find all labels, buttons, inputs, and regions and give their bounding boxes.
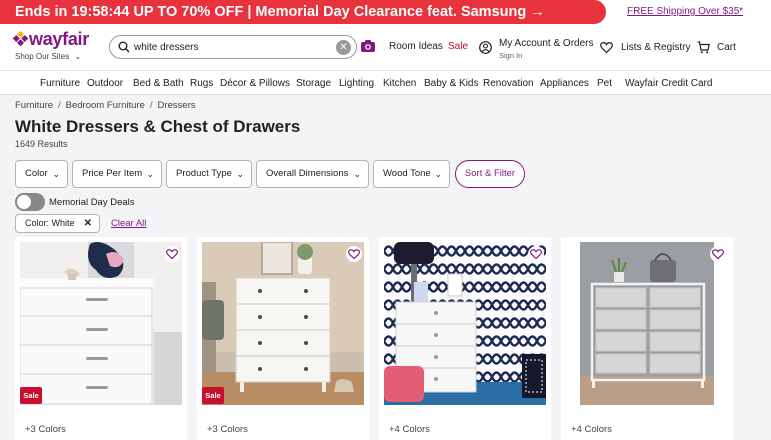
category-nav: Furniture Outdoor Bed & Bath Rugs Décor … <box>0 71 771 95</box>
nav-outdoor[interactable]: Outdoor <box>87 78 123 89</box>
toggle-label: Memorial Day Deals <box>49 197 135 208</box>
sale-badge: Sale <box>202 387 224 404</box>
nav-furniture[interactable]: Furniture <box>40 78 80 89</box>
result-count: 1649 Results <box>15 139 68 149</box>
product-image[interactable] <box>384 242 546 405</box>
logo-wordmark: wayfair <box>29 29 89 49</box>
free-shipping-link[interactable]: FREE Shipping Over $35* <box>627 6 743 17</box>
filter-label: Product Type <box>176 168 232 179</box>
wayfair-logo[interactable]: wayfair <box>12 29 89 50</box>
chip-label: Color: White <box>25 218 75 228</box>
sale-badge: Sale <box>20 387 42 404</box>
chevron-down-icon: ⌄ <box>236 169 244 179</box>
account-icon[interactable] <box>479 41 492 54</box>
breadcrumb: Furniture / Bedroom Furniture / Dressers <box>15 100 196 111</box>
camera-icon[interactable] <box>361 40 375 52</box>
nav-decor-pillows[interactable]: Décor & Pillows <box>220 78 290 89</box>
favorite-heart-icon[interactable] <box>710 246 726 262</box>
nav-appliances[interactable]: Appliances <box>540 78 589 89</box>
logo-pinwheel-icon <box>12 30 29 47</box>
product-card[interactable]: Sale +3 Colors <box>15 237 187 440</box>
color-options[interactable]: +4 Colors <box>571 424 612 435</box>
breadcrumb-separator: / <box>149 100 153 111</box>
filter-dimensions[interactable]: Overall Dimensions ⌄ <box>256 160 369 188</box>
promo-banner: Ends in 19:58:44 UP TO 70% OFF | Memoria… <box>0 0 771 24</box>
search-icon[interactable] <box>118 41 130 53</box>
chevron-down-icon: ⌄ <box>434 169 442 179</box>
nav-rugs[interactable]: Rugs <box>190 78 213 89</box>
search-input[interactable] <box>134 39 334 55</box>
site-header: wayfair Shop Our Sites ⌄ ✕ Room Ideas Sa… <box>0 24 771 70</box>
product-image[interactable] <box>202 242 364 405</box>
active-filter-chip: Color: White ✕ <box>15 214 100 233</box>
filter-label: Price Per Item <box>82 168 143 179</box>
product-image[interactable] <box>566 242 728 405</box>
breadcrumb-separator: / <box>58 100 61 111</box>
filter-price[interactable]: Price Per Item ⌄ <box>72 160 162 188</box>
heart-icon[interactable] <box>600 41 613 54</box>
product-card[interactable]: +4 Colors <box>561 237 733 440</box>
breadcrumb-dressers: Dressers <box>157 100 196 111</box>
favorite-heart-icon[interactable] <box>346 246 362 262</box>
toggle-knob <box>17 195 31 209</box>
color-options[interactable]: +3 Colors <box>25 424 66 435</box>
product-card[interactable]: +4 Colors <box>379 237 551 440</box>
nav-pet[interactable]: Pet <box>597 78 612 89</box>
sort-filter-button[interactable]: Sort & Filter <box>455 160 525 188</box>
nav-renovation[interactable]: Renovation <box>483 78 534 89</box>
search-box: ✕ <box>109 35 357 59</box>
cart-link[interactable]: Cart <box>717 42 736 53</box>
filter-color[interactable]: Color ⌄ <box>15 160 68 188</box>
color-options[interactable]: +3 Colors <box>207 424 248 435</box>
filter-label: Color <box>25 168 48 179</box>
sale-link[interactable]: Sale <box>448 41 468 52</box>
product-card[interactable]: Sale +3 Colors <box>197 237 369 440</box>
shop-sites-label: Shop Our Sites <box>15 52 70 61</box>
nav-storage[interactable]: Storage <box>296 78 331 89</box>
nav-bed-bath[interactable]: Bed & Bath <box>133 78 184 89</box>
favorite-heart-icon[interactable] <box>528 246 544 262</box>
nav-kitchen[interactable]: Kitchen <box>383 78 416 89</box>
remove-filter-icon[interactable]: ✕ <box>84 215 92 232</box>
shop-our-sites-dropdown[interactable]: Shop Our Sites ⌄ <box>15 52 81 61</box>
filter-label: Overall Dimensions <box>266 168 349 179</box>
color-options[interactable]: +4 Colors <box>389 424 430 435</box>
page-title: White Dressers & Chest of Drawers <box>15 117 301 136</box>
chevron-down-icon: ⌄ <box>353 169 361 179</box>
filter-wood-tone[interactable]: Wood Tone ⌄ <box>373 160 450 188</box>
lists-registry-link[interactable]: Lists & Registry <box>621 42 690 53</box>
nav-credit-card[interactable]: Wayfair Credit Card <box>625 78 712 89</box>
my-account-link[interactable]: My Account & Orders <box>499 38 593 49</box>
chevron-down-icon: ⌄ <box>74 52 82 61</box>
chevron-down-icon: ⌄ <box>146 169 154 179</box>
breadcrumb-furniture[interactable]: Furniture <box>15 100 53 111</box>
breadcrumb-bedroom-furniture[interactable]: Bedroom Furniture <box>66 100 145 111</box>
favorite-heart-icon[interactable] <box>164 246 180 262</box>
promo-link[interactable]: Ends in 19:58:44 UP TO 70% OFF | Memoria… <box>0 0 606 24</box>
chevron-down-icon: ⌄ <box>52 169 60 179</box>
cart-icon[interactable] <box>697 41 710 54</box>
clear-all-link[interactable]: Clear All <box>111 218 146 229</box>
nav-baby-kids[interactable]: Baby & Kids <box>424 78 478 89</box>
filter-label: Wood Tone <box>383 168 431 179</box>
filter-product-type[interactable]: Product Type ⌄ <box>166 160 252 188</box>
room-ideas-link[interactable]: Room Ideas <box>389 41 443 52</box>
memorial-day-toggle[interactable] <box>15 193 45 211</box>
clear-search-icon[interactable]: ✕ <box>336 40 351 55</box>
nav-lighting[interactable]: Lighting <box>339 78 374 89</box>
sign-in-link[interactable]: Sign In <box>499 51 522 60</box>
product-image[interactable] <box>20 242 182 405</box>
